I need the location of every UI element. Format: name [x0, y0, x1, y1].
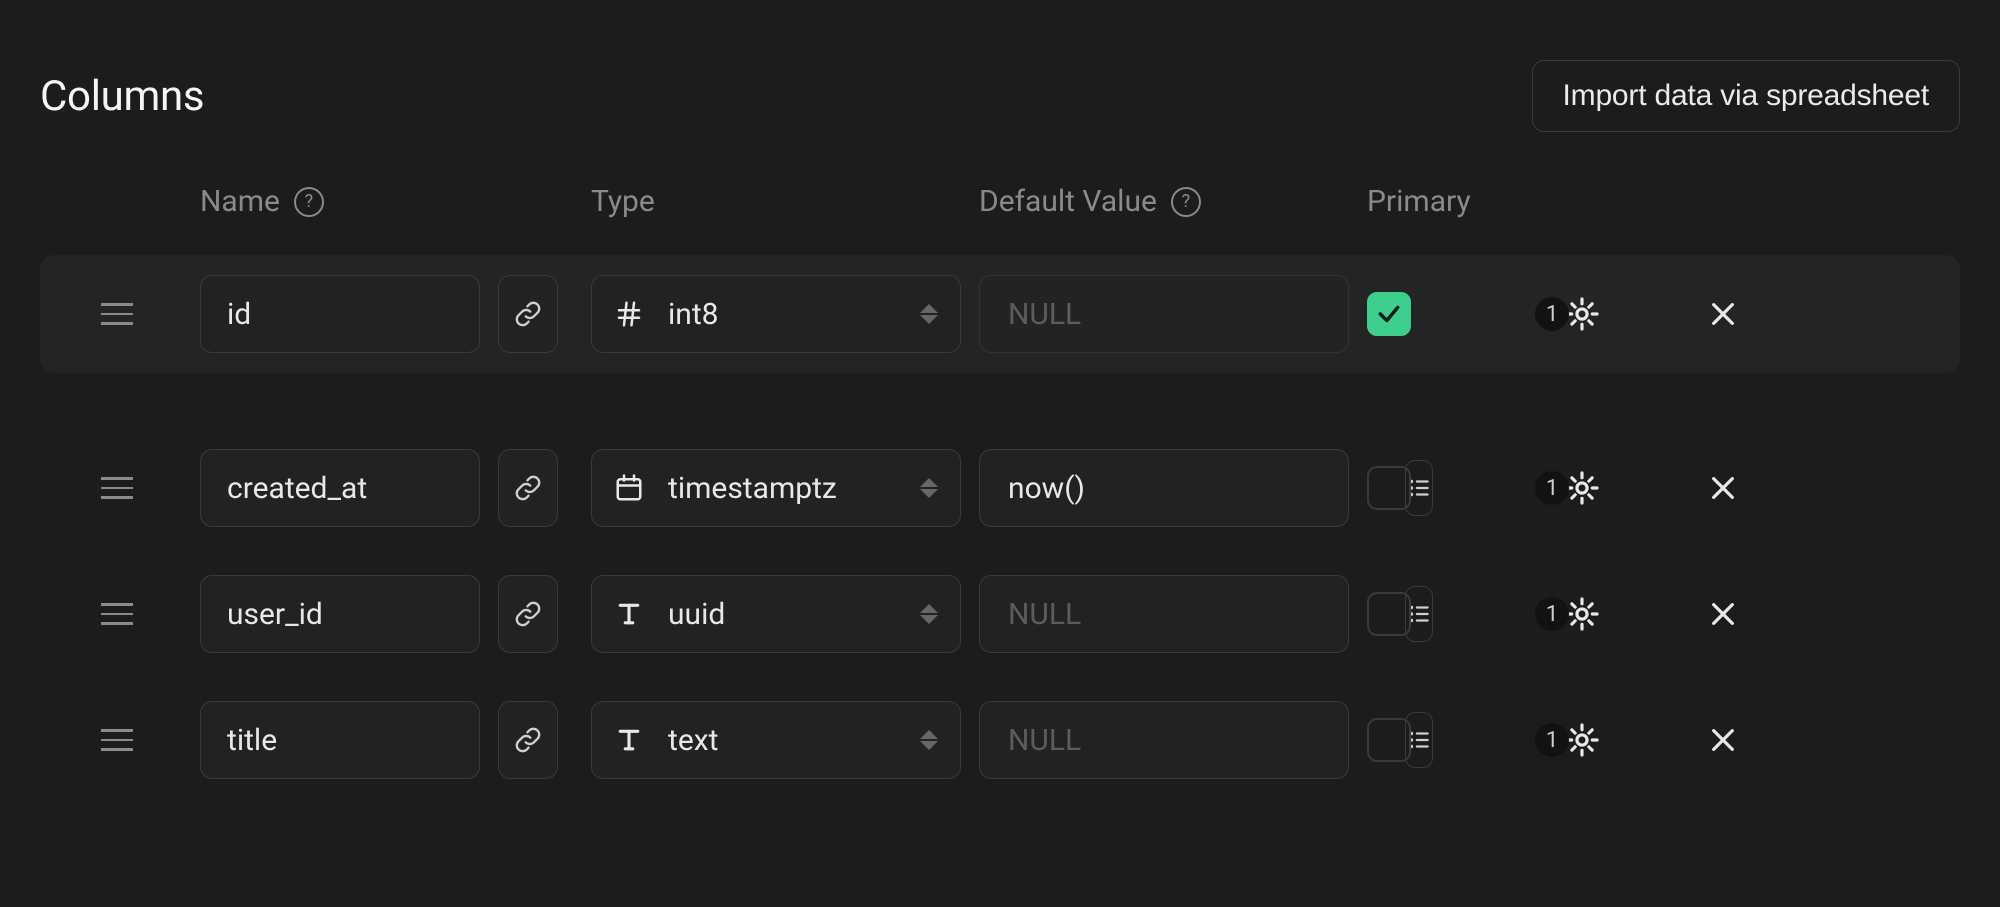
- calendar-icon: [614, 473, 644, 503]
- chevron-up-down-icon: [920, 604, 938, 624]
- column-type-label: timestamptz: [668, 471, 896, 506]
- primary-key-checkbox[interactable]: [1367, 718, 1411, 762]
- column-name-input[interactable]: created_at: [200, 449, 480, 527]
- default-value-input[interactable]: [1006, 702, 1391, 778]
- foreign-key-button[interactable]: [498, 275, 558, 353]
- remove-column-button[interactable]: [1693, 298, 1753, 330]
- text-icon: [614, 725, 644, 755]
- foreign-key-button[interactable]: [498, 701, 558, 779]
- chevron-up-down-icon: [920, 730, 938, 750]
- drag-handle-icon[interactable]: [52, 603, 182, 625]
- settings-count-badge: 1: [1535, 723, 1569, 757]
- default-value-field: [979, 449, 1349, 527]
- help-icon[interactable]: ?: [294, 187, 324, 217]
- column-row: user_id uuid 1: [40, 555, 1960, 673]
- column-name-input[interactable]: title: [200, 701, 480, 779]
- default-value-field: [979, 575, 1349, 653]
- column-type-select[interactable]: text: [591, 701, 961, 779]
- import-spreadsheet-button[interactable]: Import data via spreadsheet: [1532, 60, 1960, 132]
- default-value-field: [979, 275, 1349, 353]
- drag-handle-icon[interactable]: [52, 477, 182, 499]
- header-primary-label: Primary: [1367, 184, 1471, 219]
- column-row: title text 1: [40, 681, 1960, 799]
- column-row: id int8 1: [40, 255, 1960, 373]
- chevron-up-down-icon: [920, 478, 938, 498]
- default-value-input[interactable]: [1006, 450, 1391, 526]
- column-name-input[interactable]: user_id: [200, 575, 480, 653]
- column-type-select[interactable]: int8: [591, 275, 961, 353]
- text-icon: [614, 599, 644, 629]
- remove-column-button[interactable]: [1693, 472, 1753, 504]
- header-primary: Primary: [1367, 184, 1517, 219]
- column-type-label: uuid: [668, 597, 896, 632]
- header-default: Default Value ?: [979, 184, 1349, 219]
- settings-count-badge: 1: [1535, 597, 1569, 631]
- default-value-input[interactable]: [1006, 576, 1391, 652]
- columns-panel: Columns Import data via spreadsheet Name…: [0, 0, 2000, 839]
- header-name: Name ?: [200, 184, 480, 219]
- settings-count-badge: 1: [1535, 297, 1569, 331]
- foreign-key-button[interactable]: [498, 575, 558, 653]
- hash-icon: [614, 299, 644, 329]
- column-headers-row: Name ? Type Default Value ? Primary: [40, 184, 1960, 219]
- chevron-up-down-icon: [920, 304, 938, 324]
- column-type-select[interactable]: uuid: [591, 575, 961, 653]
- header-type: Type: [591, 184, 961, 219]
- panel-header: Columns Import data via spreadsheet: [40, 60, 1960, 132]
- column-type-label: int8: [668, 297, 896, 332]
- primary-key-checkbox[interactable]: [1367, 292, 1411, 336]
- default-value-field: [979, 701, 1349, 779]
- drag-handle-icon[interactable]: [52, 303, 182, 325]
- remove-column-button[interactable]: [1693, 598, 1753, 630]
- settings-count-badge: 1: [1535, 471, 1569, 505]
- drag-handle-icon[interactable]: [52, 729, 182, 751]
- remove-column-button[interactable]: [1693, 724, 1753, 756]
- help-icon[interactable]: ?: [1171, 187, 1201, 217]
- default-value-input[interactable]: [1006, 276, 1391, 352]
- header-name-label: Name: [200, 184, 280, 219]
- column-type-select[interactable]: timestamptz: [591, 449, 961, 527]
- column-row: created_at timestamptz 1: [40, 429, 1960, 547]
- column-type-label: text: [668, 723, 896, 758]
- foreign-key-button[interactable]: [498, 449, 558, 527]
- header-default-label: Default Value: [979, 184, 1157, 219]
- primary-key-checkbox[interactable]: [1367, 466, 1411, 510]
- header-type-label: Type: [591, 184, 655, 219]
- primary-key-checkbox[interactable]: [1367, 592, 1411, 636]
- column-name-input[interactable]: id: [200, 275, 480, 353]
- panel-title: Columns: [40, 72, 204, 121]
